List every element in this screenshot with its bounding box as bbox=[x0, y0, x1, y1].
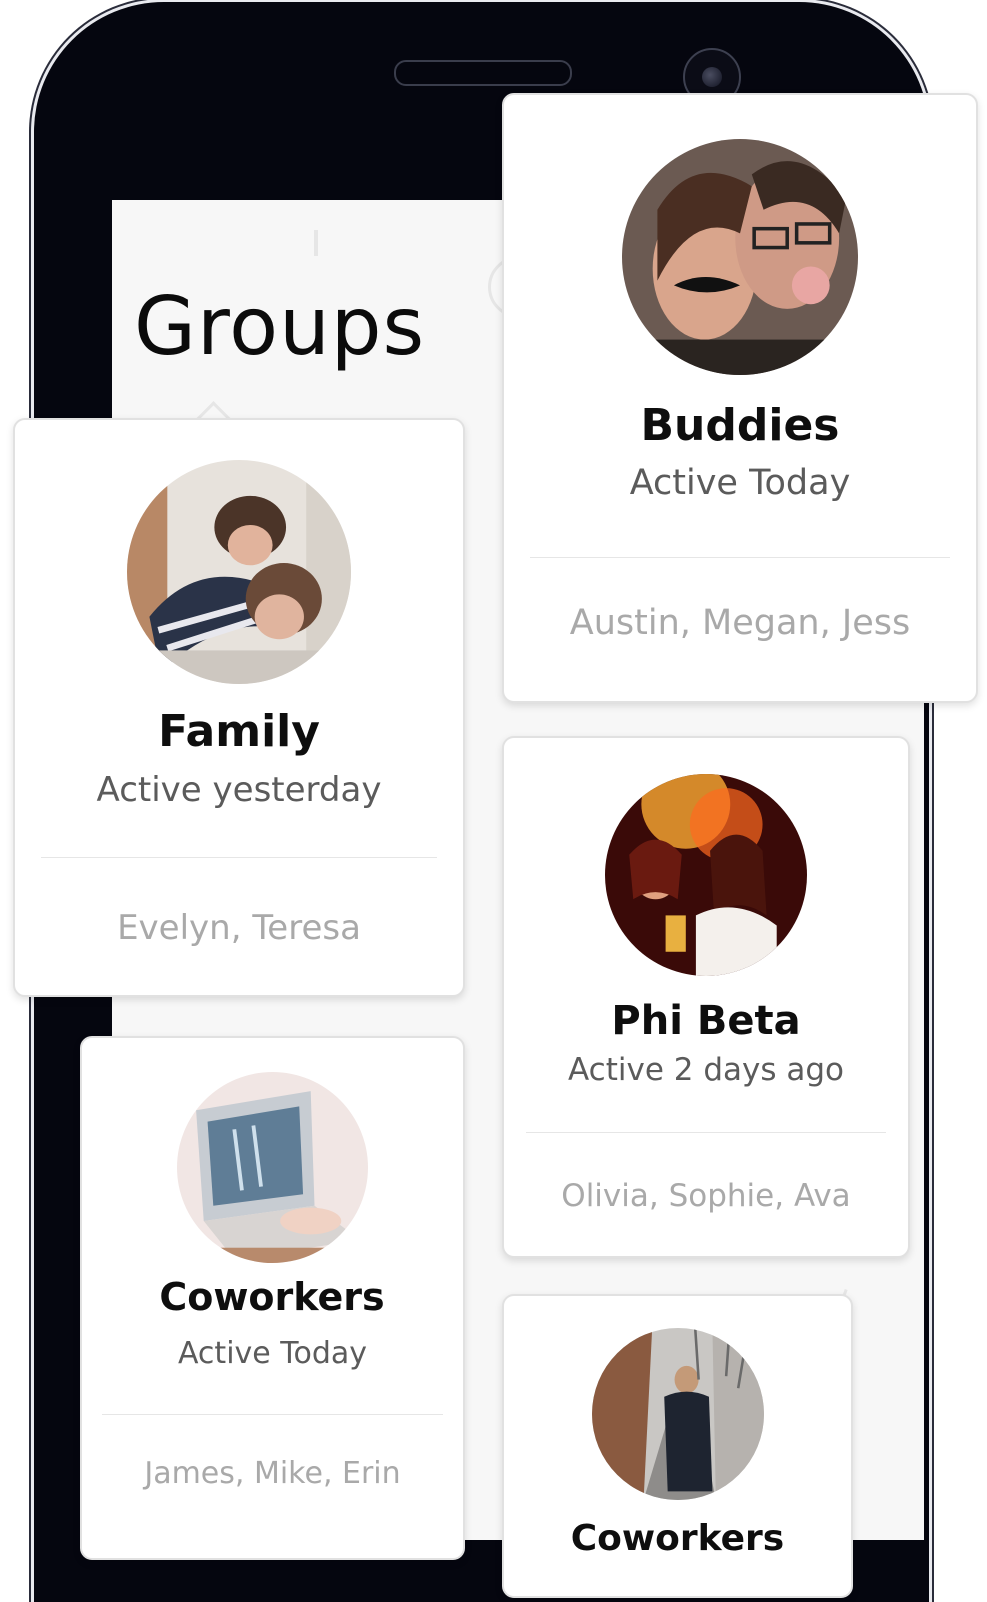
page-title: Groups bbox=[134, 280, 426, 373]
group-avatar bbox=[605, 774, 807, 976]
group-card-coworkers[interactable]: Coworkers Active Today James, Mike, Erin bbox=[80, 1036, 465, 1560]
group-status: Active Today bbox=[177, 1336, 368, 1371]
group-card-phi-beta[interactable]: Phi Beta Active 2 days ago Olivia, Sophi… bbox=[502, 736, 910, 1258]
group-card-coworkers-2[interactable]: Coworkers bbox=[502, 1294, 853, 1598]
group-card-buddies[interactable]: Buddies Active Today Austin, Megan, Jess bbox=[502, 93, 978, 703]
group-status: Active 2 days ago bbox=[568, 1052, 844, 1088]
group-name: Coworkers bbox=[570, 1518, 785, 1559]
group-members: Austin, Megan, Jess bbox=[569, 603, 911, 643]
group-avatar bbox=[592, 1328, 764, 1500]
decorative-bar bbox=[314, 230, 318, 256]
group-name: Phi Beta bbox=[611, 998, 801, 1044]
group-members: James, Mike, Erin bbox=[144, 1456, 401, 1491]
group-name: Family bbox=[158, 706, 320, 757]
card-divider bbox=[102, 1414, 443, 1415]
card-divider bbox=[41, 857, 437, 858]
group-members: Olivia, Sophie, Ava bbox=[561, 1178, 851, 1214]
group-name: Buddies bbox=[640, 400, 840, 451]
group-status: Active yesterday bbox=[96, 770, 382, 810]
group-avatar bbox=[127, 460, 351, 684]
group-avatar bbox=[622, 139, 858, 375]
speaker-grille bbox=[394, 60, 572, 86]
group-name: Coworkers bbox=[159, 1275, 385, 1319]
group-avatar bbox=[177, 1072, 368, 1263]
group-card-family[interactable]: Family Active yesterday Evelyn, Teresa bbox=[13, 418, 465, 997]
card-divider bbox=[526, 1132, 886, 1133]
card-divider bbox=[530, 557, 950, 558]
group-members: Evelyn, Teresa bbox=[117, 908, 361, 948]
group-status: Active Today bbox=[629, 463, 851, 503]
